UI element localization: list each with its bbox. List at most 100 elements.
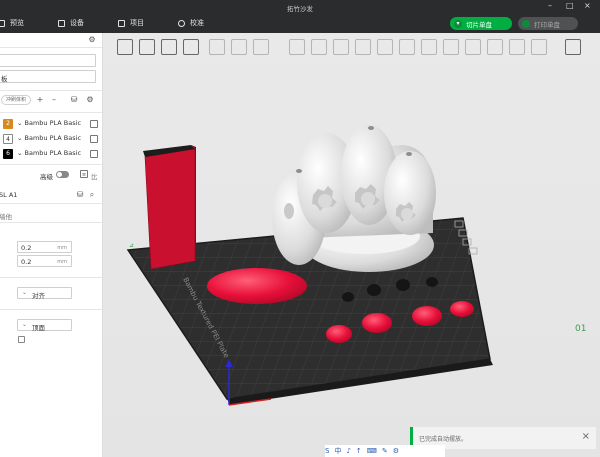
slice-plate-button[interactable]: ▾ 切片单盘 [450, 17, 512, 30]
ime-item[interactable]: ✎ [382, 447, 388, 455]
layer-height-value: 0.2 [21, 244, 32, 252]
red-part[interactable] [362, 313, 392, 333]
settings-gear-icon[interactable]: ⚙ [88, 36, 96, 44]
3d-viewport[interactable]: Bambu Textured PEI Plate ⊿ 01 已完成自动摆放。 × [103, 33, 600, 457]
option-checkbox[interactable] [18, 336, 25, 343]
scene: Bambu Textured PEI Plate ⊿ 01 [126, 125, 586, 406]
ime-item[interactable]: S [325, 447, 329, 455]
filament-slot-badge: 6 [3, 149, 13, 159]
first-layer-height-input[interactable]: 0.2 mm [17, 255, 72, 267]
top-surface-value: 顶面 [32, 324, 45, 332]
edit-icon[interactable] [90, 135, 98, 143]
preview-icon [0, 19, 5, 27]
filament-settings-icon[interactable]: ⚙ [86, 96, 94, 104]
filament-slot-badge: 2 [3, 119, 13, 129]
edit-icon[interactable] [90, 150, 98, 158]
advanced-toggle[interactable] [56, 171, 69, 178]
tab-project[interactable]: 项目 [118, 18, 144, 28]
compare-icon[interactable]: ≡ [80, 170, 88, 178]
ime-item[interactable]: ↑ [356, 447, 362, 455]
add-filament-icon[interactable]: + [36, 96, 44, 104]
filament-name: ⌄ Bambu PLA Basic [17, 119, 82, 127]
chevron-down-icon: ⌄ [22, 321, 28, 328]
app-window: 拓竹沙发 – □ × 预览 设备 项目 校准 ▾ 切片单盘 打印单盘 ⚙ 板 冲… [0, 0, 600, 457]
window-title: 拓竹沙发 [287, 5, 313, 13]
tab-device[interactable]: 设备 [58, 18, 84, 28]
flush-volume-button[interactable]: 冲刷体积 [1, 95, 32, 105]
red-part[interactable] [207, 268, 307, 304]
ime-item[interactable]: ⚙ [393, 447, 399, 455]
main-tabs: 预览 设备 项目 校准 [0, 14, 238, 32]
first-layer-height-value: 0.2 [21, 258, 32, 266]
filament-name: ⌄ Bambu PLA Basic [17, 134, 82, 142]
sync-ams-icon[interactable]: ⛁ [70, 96, 78, 104]
ime-item[interactable]: ♪ [346, 447, 350, 455]
ime-item[interactable]: ⌨ [367, 447, 377, 455]
divider [0, 164, 102, 165]
close-button[interactable]: × [584, 2, 591, 10]
seam-position-value: 对齐 [32, 292, 45, 300]
tab-label: 设备 [70, 19, 84, 27]
printer-select[interactable] [0, 54, 96, 67]
red-part[interactable] [450, 301, 474, 317]
divider [0, 309, 102, 310]
divider [0, 203, 102, 204]
print-plate-button[interactable]: 打印单盘 [518, 17, 578, 30]
ime-item[interactable]: 中 [334, 446, 341, 456]
chevron-down-icon: ▾ [454, 19, 462, 28]
toast-message: 已完成自动摆放。 [419, 436, 468, 443]
chevron-down-icon [522, 19, 530, 28]
black-part[interactable] [396, 279, 410, 291]
print-plate-label: 打印单盘 [534, 20, 560, 29]
prime-tower[interactable] [143, 145, 196, 270]
red-part[interactable] [326, 325, 352, 343]
tab-label: 校准 [190, 19, 204, 27]
maximize-button[interactable]: □ [566, 2, 574, 10]
layer-height-input[interactable]: 0.2 mm [17, 241, 72, 253]
seam-position-select[interactable]: ⌄ 对齐 [17, 287, 72, 300]
tab-label: 预览 [10, 19, 24, 27]
filament-name: ⌄ Bambu PLA Basic [17, 149, 82, 157]
section-label: 墙他 [0, 213, 12, 221]
project-icon [118, 19, 125, 27]
device-icon [58, 19, 65, 27]
black-part[interactable] [367, 284, 381, 296]
plate-number: 01 [575, 324, 586, 334]
minimize-button[interactable]: – [548, 2, 552, 10]
divider [0, 277, 102, 278]
unit-label: mm [57, 259, 67, 265]
ime-toolbar: S 中 ♪ ↑ ⌨ ✎ ⚙ [325, 445, 445, 457]
compare-label: 比 [91, 173, 98, 181]
top-surface-select[interactable]: ⌄ 顶面 [17, 319, 72, 332]
advanced-label: 高级 [40, 173, 53, 181]
black-part[interactable] [426, 277, 438, 287]
settings-sidebar: ⚙ 板 冲刷体积 + – ⛁ ⚙ 2 ⌄ Bambu PLA Basic 4 ⌄… [0, 33, 103, 457]
divider [0, 112, 102, 113]
black-part[interactable] [342, 292, 354, 302]
filament-row[interactable]: 4 ⌄ Bambu PLA Basic [0, 132, 102, 146]
plate-marker: ⊿ [129, 242, 134, 249]
plate-type-select[interactable]: 板 [0, 70, 96, 83]
divider [0, 222, 102, 223]
divider [0, 90, 102, 91]
slice-plate-label: 切片单盘 [466, 20, 492, 29]
red-part[interactable] [412, 306, 442, 326]
close-icon[interactable]: × [582, 431, 590, 443]
calibration-icon [178, 19, 185, 27]
filament-slot-badge: 4 [3, 134, 13, 144]
tab-preview[interactable]: 预览 [0, 18, 24, 28]
divider [0, 47, 102, 48]
save-icon[interactable]: ⛁ [76, 191, 84, 199]
chevron-down-icon: ⌄ [22, 289, 28, 296]
process-name: SL A1 [0, 191, 18, 199]
top-bar: 拓竹沙发 – □ × 预览 设备 项目 校准 ▾ 切片单盘 打印单盘 [0, 0, 600, 33]
sofa-model[interactable] [272, 125, 436, 272]
tab-calibration[interactable]: 校准 [178, 18, 204, 28]
unit-label: mm [57, 245, 67, 251]
search-icon[interactable]: ⌕ [88, 191, 96, 199]
tab-label: 项目 [130, 19, 144, 27]
filament-row[interactable]: 2 ⌄ Bambu PLA Basic [0, 117, 102, 131]
edit-icon[interactable] [90, 120, 98, 128]
filament-row[interactable]: 6 ⌄ Bambu PLA Basic [0, 147, 102, 161]
remove-filament-icon[interactable]: – [50, 96, 58, 104]
